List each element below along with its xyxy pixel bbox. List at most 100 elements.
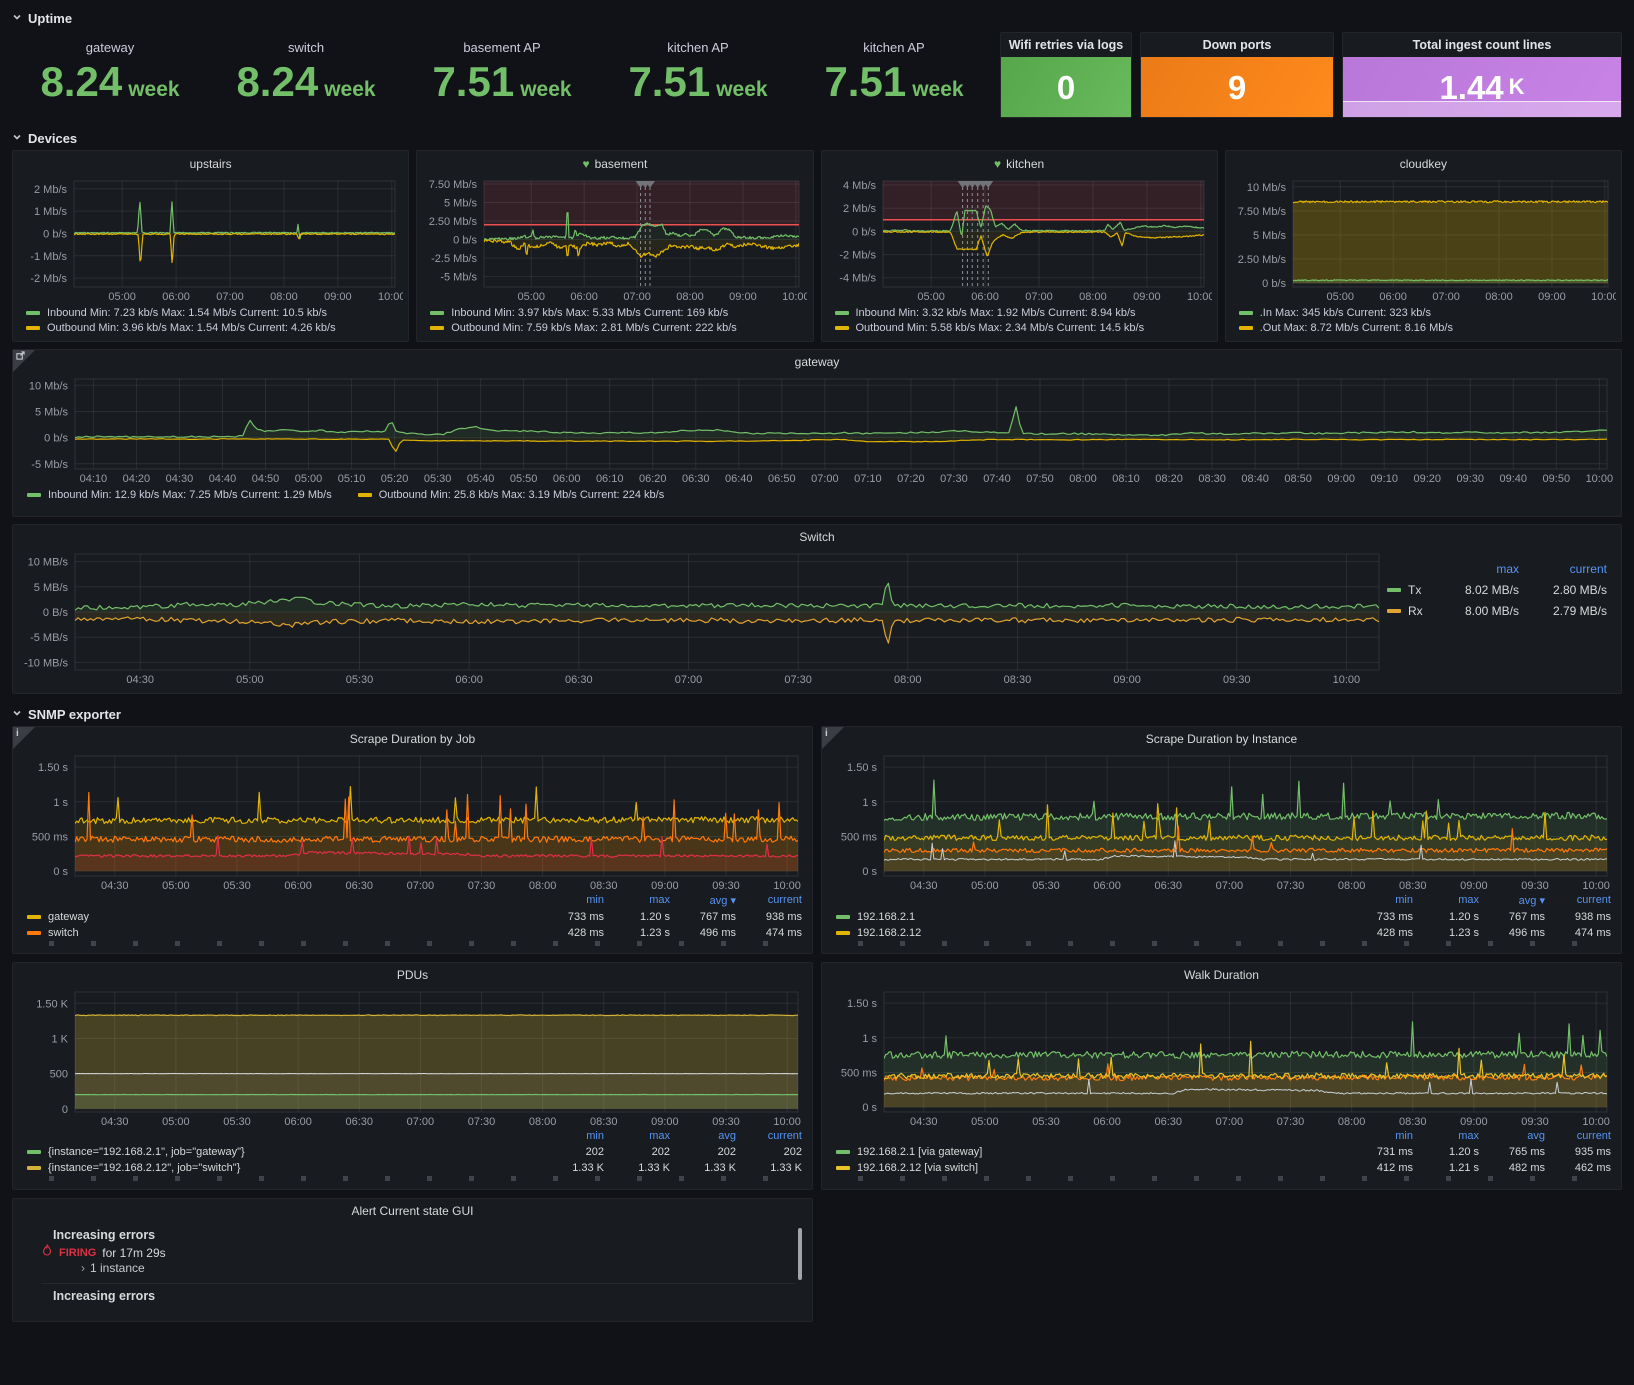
panel-title[interactable]: Down ports — [1141, 33, 1333, 57]
legend-header-max[interactable]: max — [604, 1130, 670, 1142]
legend-table: minmaxavg ▾currentgateway733 ms1.20 s767… — [19, 894, 806, 939]
panel-title[interactable]: Switch — [19, 527, 1615, 548]
legend-table: minmaxavgcurrent 192.168.2.1 [via gateway… — [828, 1130, 1615, 1174]
chart-gateway[interactable]: 10 Mb/s5 Mb/s0 b/s-5 Mb/s04:1004:2004:30… — [19, 373, 1615, 485]
time-series-plot[interactable]: 10 Mb/s7.50 Mb/s5 Mb/s2.50 Mb/s0 b/s05:0… — [1231, 175, 1616, 303]
legend-series[interactable]: 192.168.2.12 — [836, 927, 1347, 939]
time-series-plot[interactable]: 4 Mb/s2 Mb/s0 b/s-2 Mb/s-4 Mb/s05:0006:0… — [827, 175, 1212, 303]
info-icon[interactable]: i — [16, 728, 19, 739]
time-series-plot[interactable]: 1.50 K1 K500004:3005:0005:3006:0006:3007… — [19, 986, 806, 1128]
scrollbar-thumb[interactable] — [798, 1228, 802, 1280]
time-series-plot[interactable]: 7.50 Mb/s5 Mb/s2.50 Mb/s0 b/s-2.5 Mb/s-5… — [422, 175, 807, 303]
stat-title[interactable]: kitchen AP — [667, 40, 728, 55]
legend-header-min[interactable]: min — [538, 894, 604, 907]
panel-title[interactable]: Scrape Duration by Job — [19, 729, 806, 750]
panel-title[interactable]: ♥basement — [422, 154, 807, 175]
legend-header-min[interactable]: min — [1347, 1130, 1413, 1142]
legend-header-avg[interactable]: avg ▾ — [1479, 894, 1545, 907]
chart-basement[interactable]: 7.50 Mb/s5 Mb/s2.50 Mb/s0 b/s-2.5 Mb/s-5… — [422, 175, 807, 303]
stat-title[interactable]: kitchen AP — [863, 40, 924, 55]
chart-scrape-instance[interactable]: 1.50 s1 s500 ms0 s04:3005:0005:3006:0006… — [828, 750, 1615, 892]
alert-instance-toggle[interactable]: ›1 instance — [41, 1261, 796, 1277]
legend-header-max[interactable]: max — [1413, 894, 1479, 907]
time-series-plot[interactable]: 1.50 s1 s500 ms0 s04:3005:0005:3006:0006… — [19, 750, 806, 892]
svg-text:06:20: 06:20 — [639, 473, 667, 485]
time-series-plot[interactable]: 10 MB/s5 MB/s0 B/s-5 MB/s-10 MB/s04:3005… — [19, 548, 1387, 686]
legend-series[interactable]: Inbound Min: 3.97 kb/s Max: 5.33 Mb/s Cu… — [430, 305, 807, 320]
legend-series[interactable]: 192.168.2.12 [via switch] — [836, 1162, 1347, 1174]
legend-series[interactable]: Rx — [1387, 604, 1437, 618]
time-series-plot[interactable]: 10 Mb/s5 Mb/s0 b/s-5 Mb/s04:1004:2004:30… — [19, 373, 1615, 485]
chart-upstairs[interactable]: 2 Mb/s1 Mb/s0 b/s-1 Mb/s-2 Mb/s05:0006:0… — [18, 175, 403, 303]
legend-header-max[interactable]: max — [1413, 1130, 1479, 1142]
chart-switch[interactable]: 10 MB/s5 MB/s0 B/s-5 MB/s-10 MB/s04:3005… — [19, 548, 1387, 686]
panel-title[interactable]: ♥kitchen — [827, 154, 1212, 175]
panel-title[interactable]: PDUs — [19, 965, 806, 986]
panel-title[interactable]: Total ingest count lines — [1343, 33, 1621, 57]
svg-text:05:30: 05:30 — [223, 1116, 251, 1128]
svg-text:06:30: 06:30 — [1155, 880, 1183, 892]
legend-series[interactable]: {instance="192.168.2.1", job="gateway"} — [27, 1146, 538, 1158]
legend-series[interactable]: Inbound Min: 12.9 kb/s Max: 7.25 Mb/s Cu… — [27, 487, 332, 503]
legend-header-min[interactable]: min — [1347, 894, 1413, 907]
legend-series[interactable]: Outbound Min: 5.58 kb/s Max: 2.34 Mb/s C… — [835, 320, 1212, 335]
legend-header-current[interactable]: current — [736, 1130, 802, 1142]
legend-series[interactable]: {instance="192.168.2.12", job="switch"} — [27, 1162, 538, 1174]
section-header-snmp[interactable]: SNMP exporter — [12, 704, 1622, 724]
legend-text: Inbound Min: 7.23 kb/s Max: 1.54 Mb/s Cu… — [47, 307, 327, 319]
legend-series[interactable]: Outbound Min: 25.8 kb/s Max: 3.19 Mb/s C… — [358, 487, 665, 503]
svg-text:10 Mb/s: 10 Mb/s — [29, 380, 69, 392]
legend-value: 2.80 MB/s — [1519, 583, 1607, 597]
section-label: SNMP exporter — [28, 707, 121, 722]
legend-header-current[interactable]: current — [1545, 894, 1611, 907]
section-header-devices[interactable]: Devices — [12, 128, 1622, 148]
panel-title[interactable]: Scrape Duration by Instance — [828, 729, 1615, 750]
legend-series[interactable]: Inbound Min: 7.23 kb/s Max: 1.54 Mb/s Cu… — [26, 305, 403, 320]
chart-kitchen[interactable]: 4 Mb/s2 Mb/s0 b/s-2 Mb/s-4 Mb/s05:0006:0… — [827, 175, 1212, 303]
info-icon[interactable]: i — [825, 728, 828, 739]
svg-text:08:30: 08:30 — [1004, 674, 1032, 686]
chart-scrape-job[interactable]: 1.50 s1 s500 ms0 s04:3005:0005:3006:0006… — [19, 750, 806, 892]
alert-rule-item[interactable]: Increasing errors — [41, 1283, 796, 1305]
panel-title[interactable]: cloudkey — [1231, 154, 1616, 175]
section-header-uptime[interactable]: Uptime — [12, 8, 1622, 28]
legend-header-avg[interactable]: avg — [670, 1130, 736, 1142]
time-series-plot[interactable]: 1.50 s1 s500 ms0 s04:3005:0005:3006:0006… — [828, 750, 1615, 892]
legend-series[interactable]: Inbound Min: 3.32 kb/s Max: 1.92 Mb/s Cu… — [835, 305, 1212, 320]
legend-header-min[interactable]: min — [538, 1130, 604, 1142]
panel-title[interactable]: gateway — [19, 352, 1615, 373]
panel-title[interactable]: upstairs — [18, 154, 403, 175]
stat-title[interactable]: gateway — [86, 40, 134, 55]
chart-pdus[interactable]: 1.50 K1 K500004:3005:0005:3006:0006:3007… — [19, 986, 806, 1128]
panel-title[interactable]: Wifi retries via logs — [1001, 33, 1131, 57]
legend-header-avg[interactable]: avg ▾ — [670, 894, 736, 907]
legend-series[interactable]: gateway — [27, 911, 538, 923]
legend-header-max[interactable]: max — [1437, 562, 1519, 576]
legend-series[interactable]: 192.168.2.1 [via gateway] — [836, 1146, 1347, 1158]
legend-header-current[interactable]: current — [1545, 1130, 1611, 1142]
legend-series[interactable]: .Out Max: 8.72 Mb/s Current: 8.16 Mb/s — [1239, 320, 1616, 335]
series-swatch — [1387, 609, 1401, 613]
legend-header-current[interactable]: current — [1519, 562, 1607, 576]
stat-title[interactable]: basement AP — [463, 40, 540, 55]
time-series-plot[interactable]: 1.50 s1 s500 ms0 s04:3005:0005:3006:0006… — [828, 986, 1615, 1128]
panel-title[interactable]: Walk Duration — [828, 965, 1615, 986]
svg-text:07:00: 07:00 — [624, 291, 652, 303]
legend-header-max[interactable]: max — [604, 894, 670, 907]
legend-series[interactable]: .In Max: 345 kb/s Current: 323 kb/s — [1239, 305, 1616, 320]
legend-header-current[interactable]: current — [736, 894, 802, 907]
time-series-plot[interactable]: 2 Mb/s1 Mb/s0 b/s-1 Mb/s-2 Mb/s05:0006:0… — [18, 175, 403, 303]
legend-series[interactable]: 192.168.2.1 — [836, 911, 1347, 923]
legend-series[interactable]: switch — [27, 927, 538, 939]
legend-series[interactable]: Outbound Min: 7.59 kb/s Max: 2.81 Mb/s C… — [430, 320, 807, 335]
svg-text:08:30: 08:30 — [590, 1116, 618, 1128]
legend-series[interactable]: Outbound Min: 3.96 kb/s Max: 1.54 Mb/s C… — [26, 320, 403, 335]
legend-header-avg[interactable]: avg — [1479, 1130, 1545, 1142]
alert-rule-item[interactable]: Increasing errorsFIRINGfor 17m 29s›1 ins… — [41, 1226, 796, 1279]
stat-title[interactable]: switch — [288, 40, 324, 55]
chart-cloudkey[interactable]: 10 Mb/s7.50 Mb/s5 Mb/s2.50 Mb/s0 b/s05:0… — [1231, 175, 1616, 303]
panel-title[interactable]: Alert Current state GUI — [19, 1201, 806, 1222]
legend-series[interactable]: Tx — [1387, 583, 1437, 597]
external-link-icon[interactable] — [16, 351, 25, 363]
chart-walk-duration[interactable]: 1.50 s1 s500 ms0 s04:3005:0005:3006:0006… — [828, 986, 1615, 1128]
